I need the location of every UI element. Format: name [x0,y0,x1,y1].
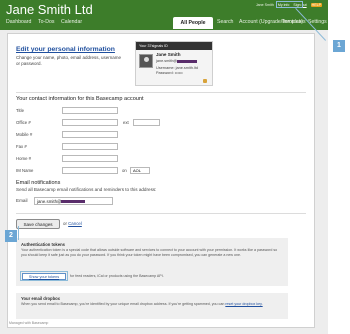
reset-dropbox-link[interactable]: reset your dropbox key. [225,302,262,306]
field-label-title: Title [16,108,24,113]
edit-personal-info-link[interactable]: Edit your personal information [16,46,115,53]
footer-text: Managed with Basecamp [9,321,49,325]
user-name: Jane Smith [255,3,274,7]
field-label-office: Office # [16,120,31,125]
callout-1: 1 [333,40,345,52]
fax-field[interactable] [62,143,118,150]
tab-templates[interactable]: Templates [282,19,306,25]
contact-info-title: Your contact information for this Baseca… [16,96,144,102]
id-card-email: jane.smith@ [156,59,198,63]
office-phone-field[interactable] [62,119,118,126]
id-card: Your 37signals ID Jane Smith jane.smith@… [135,41,213,86]
ext-field[interactable] [133,119,160,126]
app-title: Jane Smith Ltd [6,2,93,17]
auth-tokens-text: Your authentication token is a special c… [21,248,278,257]
redacted-mark [177,59,198,63]
main-content: Edit your personal information Change yo… [7,33,315,328]
title-field[interactable] [62,107,118,114]
basecamp-page: Jane Smith Ltd Jane Smith My info Sign o… [0,0,328,334]
id-card-name: Jane Smith [156,52,181,57]
tab-bar: Dashboard To-Dos Calendar All People Sea… [0,16,328,30]
avatar [139,54,153,68]
help-badge[interactable]: HELP [310,3,322,7]
id-card-password: Password: •••••• [156,71,183,75]
email-dropbox-text: When you send email to Basecamp, you're … [21,302,263,306]
auth-tokens-after-text: for feed readers, iCal or products using… [70,274,164,278]
auth-tokens-panel: Authentication tokens Your authenticatio… [16,238,288,286]
on-label: on [122,168,127,173]
save-changes-button[interactable]: Save changes [16,219,60,229]
tab-all-people[interactable]: All People [173,17,213,29]
tab-todos[interactable]: To-Dos [38,19,54,25]
edit-personal-info-description: Change your name, photo, email address, … [16,55,122,66]
home-phone-field[interactable] [62,155,118,162]
mobile-phone-field[interactable] [62,131,118,138]
callout-line-2 [18,226,19,240]
callout-2: 2 [5,230,17,242]
field-label-home: Home # [16,156,32,161]
lock-icon [203,79,207,83]
my-info-highlight [276,1,303,8]
redacted-mark [61,200,86,204]
tab-search[interactable]: Search [217,19,233,25]
email-dropbox-panel: Your email dropbox When you send email t… [16,293,288,319]
im-name-field[interactable] [62,167,118,174]
header-bar: Jane Smith Ltd Jane Smith My info Sign o… [0,0,328,30]
auth-tokens-title: Authentication tokens [21,242,65,247]
field-label-im: IM Name [16,168,34,173]
tab-dashboard[interactable]: Dashboard [6,19,31,25]
im-service-select[interactable]: AOL [130,167,150,174]
email-notifications-title: Email notifications [16,180,61,186]
divider [16,213,306,214]
field-label-fax: Fax # [16,144,27,149]
email-dropbox-title: Your email dropbox [21,296,61,301]
notification-email-field[interactable]: jane.smith@ [34,197,113,205]
or-label: or Cancel [63,221,82,226]
email-notifications-description: Send all Basecamp email notifications an… [16,187,157,192]
id-card-header: Your 37signals ID [136,42,212,50]
email-label: Email [16,198,28,203]
id-card-username: Username: jane.smith.ltd [156,66,198,70]
cancel-link[interactable]: Cancel [68,221,82,226]
field-label-mobile: Mobile # [16,132,33,137]
divider [16,92,306,93]
tab-calendar[interactable]: Calendar [61,19,82,25]
ext-label: ext [123,120,129,125]
show-tokens-button[interactable]: Show your tokens [22,273,66,280]
